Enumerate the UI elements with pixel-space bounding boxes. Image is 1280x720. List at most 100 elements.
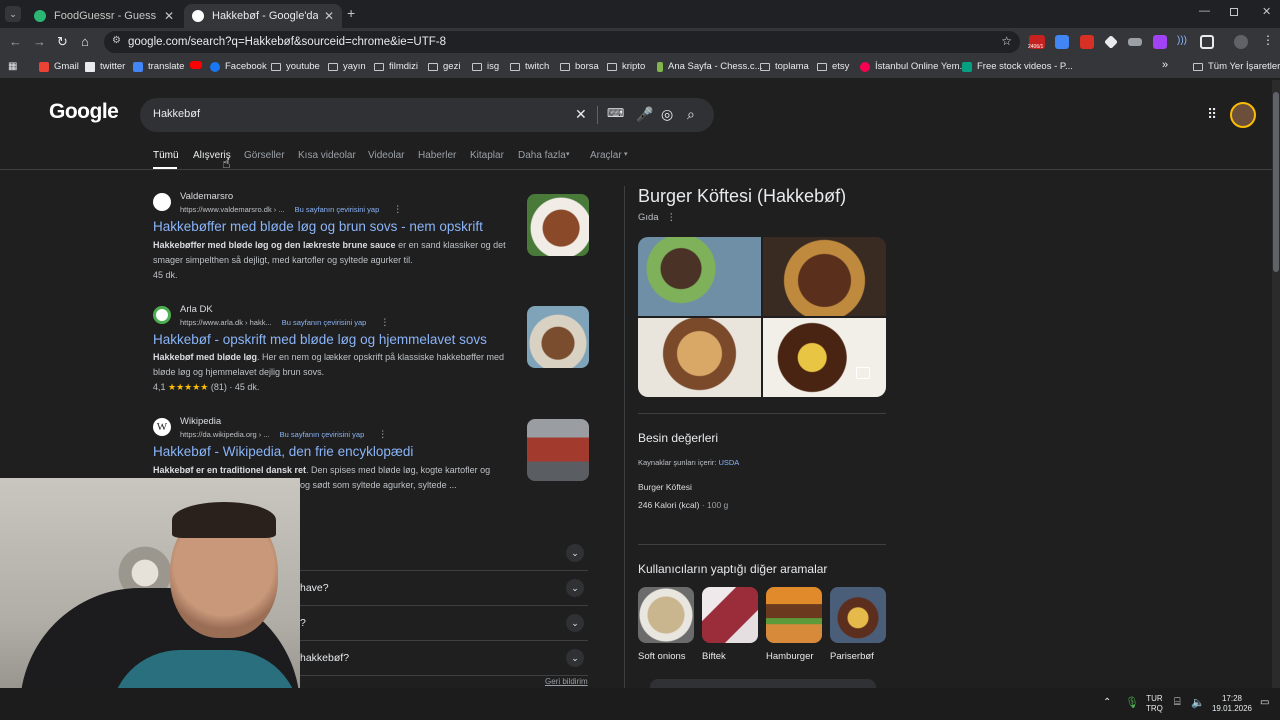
- feedback-link[interactable]: Geri bildirim: [545, 677, 588, 686]
- keyboard-icon[interactable]: ⌨: [607, 106, 624, 120]
- tab-books[interactable]: Kitaplar: [470, 150, 504, 161]
- bookmark-folder-kripto[interactable]: kripto: [607, 61, 645, 72]
- close-window-icon[interactable]: ✕: [1262, 5, 1271, 18]
- paa-item[interactable]: have? ⌄: [300, 571, 588, 606]
- bookmark-twitter[interactable]: twitter: [85, 61, 125, 72]
- tab-google-search[interactable]: Hakkebøf - Google'da Ara ✕: [184, 4, 342, 28]
- account-avatar[interactable]: [1230, 102, 1256, 128]
- tab-all[interactable]: Tümü: [153, 150, 179, 161]
- tab-search-button[interactable]: ⌄: [5, 6, 21, 22]
- reload-icon[interactable]: ↻: [57, 34, 68, 50]
- more-options-icon[interactable]: ⋮: [378, 429, 387, 439]
- tab-tools[interactable]: Araçlar: [590, 150, 622, 161]
- all-bookmarks-folder[interactable]: Tüm Yer İşaretleri: [1193, 61, 1280, 72]
- show-hidden-icons-icon[interactable]: ⌃: [1103, 697, 1111, 708]
- chevron-down-icon[interactable]: ⌄: [566, 544, 584, 562]
- close-tab-icon[interactable]: ✕: [164, 9, 174, 23]
- home-icon[interactable]: ⌂: [81, 34, 89, 49]
- bookmark-folder-toplama[interactable]: toplama: [760, 61, 809, 72]
- bookmark-gmail[interactable]: Gmail: [39, 61, 79, 72]
- back-icon[interactable]: ←: [9, 34, 22, 49]
- tab-foodguessr[interactable]: FoodGuessr - Guess Food from ✕: [26, 4, 182, 28]
- bookmark-folder-yayin[interactable]: yayın: [328, 61, 366, 72]
- tab-images[interactable]: Görseller: [244, 150, 285, 161]
- result-title-link[interactable]: Hakkebøffer med bløde løg og brun sovs -…: [153, 219, 483, 234]
- bookmark-folder-filmdizi[interactable]: filmdizi: [374, 61, 418, 72]
- minimize-icon[interactable]: —: [1199, 5, 1210, 17]
- bookmark-youtube[interactable]: [190, 61, 207, 69]
- clock[interactable]: 17:28 19.01.2026: [1210, 694, 1254, 714]
- google-apps-icon[interactable]: ⠿: [1207, 106, 1217, 123]
- purple-extension-icon[interactable]: [1153, 35, 1167, 49]
- result-site-name[interactable]: Valdemarsro: [180, 191, 233, 202]
- bookmark-translate[interactable]: translate: [133, 61, 184, 72]
- chrome-menu-icon[interactable]: ⋮: [1262, 33, 1274, 47]
- microphone-icon[interactable]: 🎤: [636, 106, 653, 123]
- chevron-down-icon[interactable]: ⌄: [566, 579, 584, 597]
- result-thumbnail[interactable]: [527, 194, 589, 256]
- bookmark-facebook[interactable]: Facebook: [210, 61, 267, 72]
- tab-short-videos[interactable]: Kısa videolar: [298, 150, 356, 161]
- clear-search-icon[interactable]: ✕: [575, 106, 587, 123]
- forward-icon[interactable]: →: [33, 34, 46, 49]
- google-lens-icon[interactable]: ◎: [661, 106, 673, 123]
- chevron-down-icon[interactable]: ⌄: [566, 649, 584, 667]
- result-site-name[interactable]: Wikipedia: [180, 416, 221, 427]
- address-bar[interactable]: ⚙ google.com/search?q=Hakkebøf&sourceid=…: [104, 31, 1020, 53]
- extensions-puzzle-icon[interactable]: [1200, 35, 1214, 49]
- show-more-button[interactable]: [650, 679, 876, 688]
- more-bookmarks-icon[interactable]: »: [1162, 59, 1168, 71]
- result-site-name[interactable]: Arla DK: [180, 304, 213, 315]
- usda-link[interactable]: USDA: [718, 458, 739, 467]
- tab-videos[interactable]: Videolar: [368, 150, 405, 161]
- related-search-item[interactable]: Soft onions: [638, 587, 694, 662]
- paa-item[interactable]: ? ⌄: [300, 606, 588, 641]
- restore-icon[interactable]: [1230, 8, 1238, 16]
- translate-page-link[interactable]: Bu sayfanın çevirisini yap: [282, 318, 367, 327]
- result-thumbnail[interactable]: [527, 419, 589, 481]
- result-title-link[interactable]: Hakkebøf - Wikipedia, den frie encyklopæ…: [153, 444, 413, 459]
- bookmark-folder-isg[interactable]: isg: [472, 61, 499, 72]
- bookmark-folder-etsy[interactable]: etsy: [817, 61, 849, 72]
- tab-news[interactable]: Haberler: [418, 150, 456, 161]
- related-search-item[interactable]: Biftek: [702, 587, 758, 662]
- new-tab-button[interactable]: +: [347, 5, 355, 21]
- result-thumbnail[interactable]: [527, 306, 589, 368]
- more-options-icon[interactable]: ⋮: [393, 204, 402, 214]
- google-logo[interactable]: Google: [49, 100, 119, 124]
- more-options-icon[interactable]: ⋮: [667, 212, 677, 223]
- close-tab-icon[interactable]: ✕: [324, 9, 334, 23]
- apps-grid-icon[interactable]: ▦: [8, 61, 17, 72]
- related-search-item[interactable]: Hamburger: [766, 587, 822, 662]
- bookmark-pexels[interactable]: Free stock videos - P...: [962, 61, 1073, 72]
- bookmark-folder-borsa[interactable]: borsa: [560, 61, 599, 72]
- paa-item[interactable]: hakkebøf? ⌄: [300, 641, 588, 676]
- bookmark-star-icon[interactable]: ☆: [1001, 34, 1012, 48]
- bookmark-chess[interactable]: Ana Sayfa - Chess.c...: [657, 61, 763, 72]
- food-image[interactable]: [763, 237, 886, 316]
- result-url[interactable]: https://www.arla.dk › hakk... Bu sayfanın…: [180, 317, 389, 328]
- search-icon[interactable]: ⌕: [687, 106, 695, 123]
- food-image[interactable]: [763, 318, 886, 397]
- bookmark-folder-twitch[interactable]: twitch: [510, 61, 549, 72]
- food-image[interactable]: [638, 318, 761, 397]
- adblock-extension-icon[interactable]: [1080, 35, 1094, 49]
- bookmark-folder-youtube[interactable]: youtube: [271, 61, 320, 72]
- paa-item[interactable]: ⌄: [300, 536, 588, 571]
- translate-page-link[interactable]: Bu sayfanın çevirisini yap: [280, 430, 365, 439]
- search-input[interactable]: Hakkebøf: [153, 108, 200, 120]
- search-box[interactable]: [140, 98, 714, 132]
- bookmark-yemeksepeti[interactable]: İstanbul Online Yem...: [860, 61, 967, 72]
- result-url[interactable]: https://www.valdemarsro.dk › ... Bu sayfa…: [180, 204, 402, 215]
- site-info-icon[interactable]: ⚙: [112, 35, 121, 46]
- microphone-tray-icon[interactable]: 🎙: [1125, 696, 1139, 709]
- food-image[interactable]: [638, 237, 761, 316]
- more-options-icon[interactable]: ⋮: [380, 317, 389, 327]
- audio-extension-icon[interactable]: ))): [1177, 35, 1191, 49]
- glasses-extension-icon[interactable]: [1128, 38, 1142, 46]
- related-search-item[interactable]: Pariserbøf: [830, 587, 886, 662]
- translate-extension-icon[interactable]: [1055, 35, 1069, 49]
- language-indicator[interactable]: TUR TRQ: [1146, 694, 1163, 714]
- profile-avatar-icon[interactable]: [1234, 35, 1248, 49]
- volume-icon[interactable]: 🔈: [1191, 696, 1205, 709]
